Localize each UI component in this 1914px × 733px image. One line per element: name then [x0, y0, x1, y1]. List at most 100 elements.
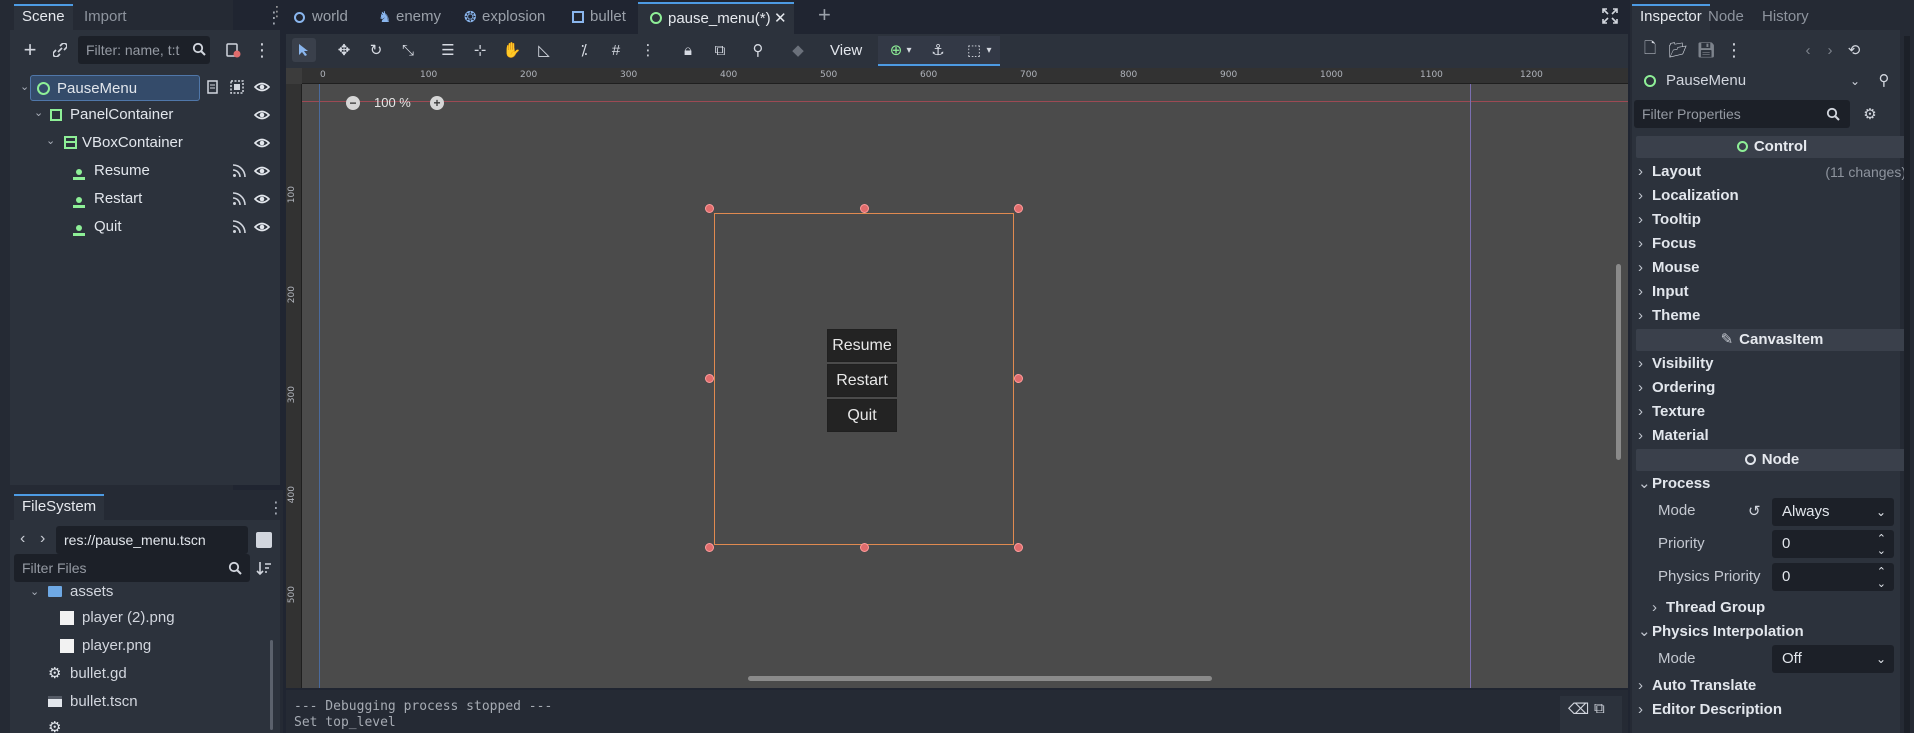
inspector-options-icon[interactable]: ⚙: [1856, 100, 1884, 128]
ruler-mode-icon[interactable]: ◺: [532, 38, 556, 62]
prop-theme[interactable]: › Theme: [1638, 305, 1908, 327]
prop-visibility[interactable]: › Visibility: [1638, 353, 1908, 375]
close-icon[interactable]: ✕: [774, 4, 787, 34]
scrollbar[interactable]: [270, 640, 273, 730]
tab-filesystem[interactable]: FileSystem: [14, 494, 105, 520]
prop-auto-translate[interactable]: › Auto Translate: [1638, 675, 1908, 697]
section-canvasitem[interactable]: ✎ CanvasItem: [1636, 329, 1908, 351]
toggle-split-icon[interactable]: [256, 532, 272, 548]
clear-output-icon[interactable]: ⌫: [1568, 700, 1589, 718]
new-resource-icon[interactable]: 🗋︎: [1636, 36, 1664, 64]
vertical-scrollbar[interactable]: [1616, 264, 1621, 460]
resource-menu-icon[interactable]: ⋮: [1720, 36, 1748, 64]
prop-focus[interactable]: › Focus: [1638, 233, 1908, 255]
stepper-icon[interactable]: ⌃ ⌄: [1877, 530, 1886, 557]
filter-files-input[interactable]: Filter Files: [14, 554, 250, 582]
section-control[interactable]: Control: [1636, 136, 1908, 158]
group-icon[interactable]: [230, 80, 244, 94]
visibility-eye-icon[interactable]: [253, 108, 271, 126]
distraction-free-icon[interactable]: [1602, 8, 1618, 28]
prop-editor-description[interactable]: › Editor Description: [1638, 699, 1908, 721]
resize-handle[interactable]: [1014, 374, 1023, 383]
inspector-scrollbar[interactable]: [1904, 36, 1910, 733]
canvas-viewport[interactable]: 0 100 200 300 400 500 600 700 800 900 10…: [286, 68, 1628, 688]
resize-handle[interactable]: [705, 374, 714, 383]
rotate-mode-icon[interactable]: ↻: [364, 38, 388, 62]
selectable-nodes-icon[interactable]: ☰: [436, 38, 460, 62]
scene-filter-input[interactable]: Filter: name, t:t: [78, 36, 210, 64]
zoom-in-icon[interactable]: +: [430, 96, 444, 110]
tab-inspector[interactable]: Inspector: [1632, 4, 1710, 30]
prop-input[interactable]: › Input: [1638, 281, 1908, 303]
visibility-eye-icon[interactable]: [253, 220, 271, 238]
copy-output-icon[interactable]: ⧉: [1594, 700, 1605, 717]
physics-priority-spinbox[interactable]: 0 ⌃ ⌄: [1772, 563, 1894, 591]
forward-icon[interactable]: ›: [40, 530, 45, 548]
node-info-icon[interactable]: ⚲: [1870, 66, 1898, 94]
prop-process[interactable]: ⌄Process: [1638, 473, 1908, 495]
open-folder-icon[interactable]: 📂︎: [1664, 36, 1692, 64]
resize-handle[interactable]: [1014, 204, 1023, 213]
group-selected-icon[interactable]: ⧉: [708, 38, 732, 62]
resize-handle[interactable]: [705, 543, 714, 552]
prop-thread-group[interactable]: › Thread Group: [1652, 597, 1908, 619]
resize-handle[interactable]: [860, 204, 869, 213]
resize-handle[interactable]: [860, 543, 869, 552]
signal-icon[interactable]: [232, 164, 246, 182]
prop-mouse[interactable]: › Mouse: [1638, 257, 1908, 279]
tree-item-panelcontainer[interactable]: PanelContainer: [30, 102, 227, 128]
lock-icon[interactable]: 🔒︎: [676, 38, 700, 62]
chevron-down-icon[interactable]: ⌄: [34, 106, 43, 119]
process-mode-select[interactable]: Always ⌄: [1772, 498, 1894, 526]
tree-item-pausemenu[interactable]: PauseMenu: [30, 75, 200, 101]
link-icon[interactable]: [46, 36, 74, 64]
tab-import[interactable]: Import: [76, 4, 135, 30]
stepper-icon[interactable]: ⌃ ⌄: [1877, 563, 1886, 590]
tab-scene[interactable]: Scene: [14, 4, 73, 30]
tree-item-restart[interactable]: Restart: [30, 186, 227, 212]
resume-button[interactable]: Resume: [827, 329, 897, 362]
chevron-down-icon[interactable]: ▾: [902, 38, 916, 62]
visibility-eye-icon[interactable]: [253, 136, 271, 154]
resize-handle[interactable]: [705, 204, 714, 213]
visibility-eye-icon[interactable]: [253, 164, 271, 182]
script-icon[interactable]: [206, 80, 220, 94]
scale-mode-icon[interactable]: ⤡: [396, 38, 420, 62]
revert-icon[interactable]: ↺: [1748, 502, 1761, 520]
tree-item-vboxcontainer[interactable]: VBoxContainer: [30, 130, 227, 156]
grid-snap-icon[interactable]: #: [604, 38, 628, 62]
snap-options-icon[interactable]: ⋮: [636, 38, 660, 62]
add-tab-icon[interactable]: +: [818, 2, 831, 28]
path-field[interactable]: res://pause_menu.tscn: [56, 526, 248, 554]
filter-properties-input[interactable]: Filter Properties: [1634, 100, 1850, 128]
prop-texture[interactable]: › Texture: [1638, 401, 1908, 423]
chevron-down-icon[interactable]: ⌄: [20, 80, 29, 93]
node-selector[interactable]: PauseMenu ⌄: [1634, 68, 1870, 94]
chevron-down-icon[interactable]: ⌄: [46, 134, 55, 147]
resize-handle[interactable]: [1014, 543, 1023, 552]
visibility-eye-icon[interactable]: [253, 80, 271, 98]
tab-node[interactable]: Node: [1700, 4, 1752, 30]
signal-icon[interactable]: [232, 192, 246, 210]
prop-localization[interactable]: › Localization: [1638, 185, 1908, 207]
move-mode-icon[interactable]: ✥: [332, 38, 356, 62]
scene-tree-menu-icon[interactable]: ⋮: [248, 36, 276, 64]
visibility-eye-icon[interactable]: [253, 192, 271, 210]
smart-snap-icon[interactable]: ⁒: [572, 38, 596, 62]
view-menu[interactable]: View: [830, 39, 862, 63]
pivot-mode-icon[interactable]: ⊹: [468, 38, 492, 62]
tree-item-resume[interactable]: Resume: [30, 158, 227, 184]
section-node[interactable]: Node: [1636, 449, 1908, 471]
signal-icon[interactable]: [232, 220, 246, 238]
tab-history[interactable]: History: [1754, 4, 1817, 30]
skeleton-options-icon[interactable]: ◆: [786, 38, 810, 62]
filesystem-menu-icon[interactable]: ⋮: [268, 498, 284, 518]
prop-ordering[interactable]: › Ordering: [1638, 377, 1908, 399]
save-icon[interactable]: 💾︎: [1692, 36, 1720, 64]
tree-item-quit[interactable]: Quit: [30, 214, 227, 240]
history-icon[interactable]: ⟲: [1840, 36, 1868, 64]
prop-material[interactable]: › Material: [1638, 425, 1908, 447]
select-mode-icon[interactable]: [292, 38, 316, 62]
quit-button[interactable]: Quit: [827, 399, 897, 432]
interpolation-mode-select[interactable]: Off ⌄: [1772, 645, 1894, 673]
